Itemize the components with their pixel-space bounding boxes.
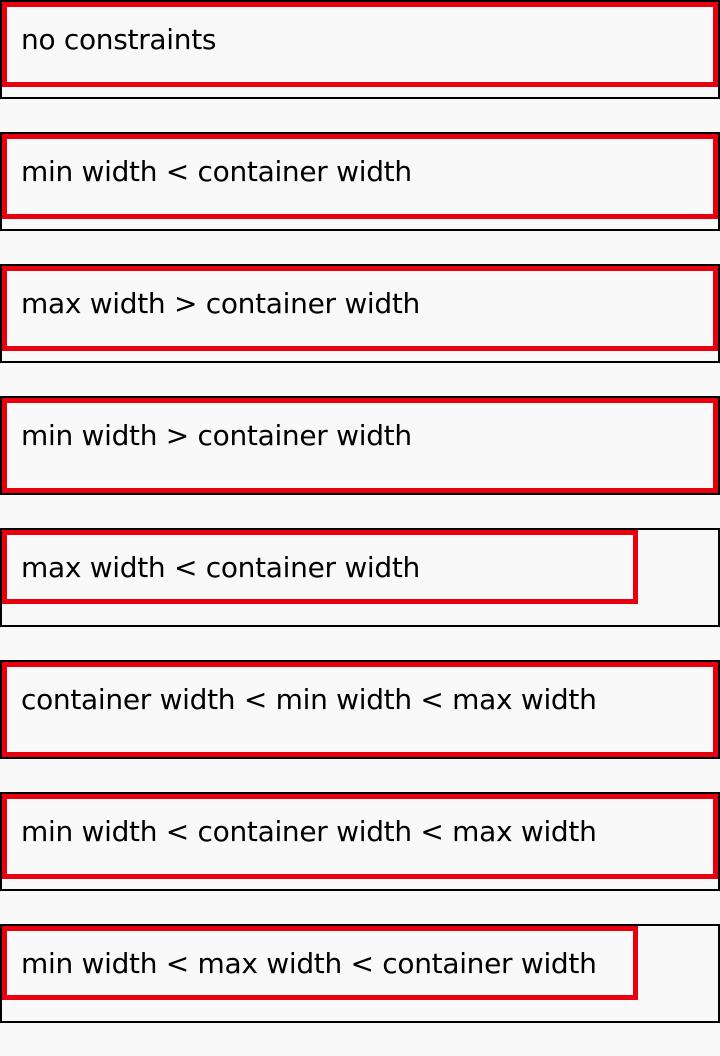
constrained-box: max width < container width: [2, 530, 638, 604]
case-container-max-gt-container: max width > container width: [0, 264, 720, 363]
case-container-min-lt-container-lt-max: min width < container width < max width: [0, 792, 720, 891]
constrained-box: min width < max width < container width: [2, 926, 638, 1000]
case-container-min-lt-container: min width < container width: [0, 132, 720, 231]
case-container-min-gt-container: min width > container width: [0, 396, 720, 495]
constrained-box: min width > container width: [2, 398, 718, 493]
case-label: container width < min width < max width: [21, 683, 597, 716]
case-label: min width < container width < max width: [21, 815, 597, 848]
case-label: min width < container width: [21, 155, 412, 188]
case-container-no-constraints: no constraints: [0, 0, 720, 99]
constrained-box: min width < container width: [2, 134, 718, 219]
case-container-container-lt-min-lt-max: container width < min width < max width: [0, 660, 720, 759]
case-label: min width > container width: [21, 419, 412, 452]
case-container-max-lt-container: max width < container width: [0, 528, 720, 627]
case-container-min-lt-max-lt-container: min width < max width < container width: [0, 924, 720, 1023]
case-label: no constraints: [21, 23, 217, 56]
constrained-box: min width < container width < max width: [2, 794, 718, 879]
constrained-box: container width < min width < max width: [2, 662, 718, 757]
constrained-box: no constraints: [2, 2, 718, 87]
case-label: max width < container width: [21, 551, 420, 584]
constrained-box: max width > container width: [2, 266, 718, 351]
case-label: min width < max width < container width: [21, 947, 597, 980]
case-label: max width > container width: [21, 287, 420, 320]
